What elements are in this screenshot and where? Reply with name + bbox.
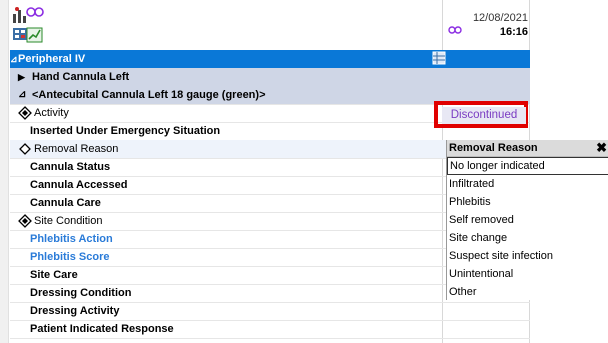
dropdown-option[interactable]: Other [447,283,608,301]
row-label: Site Care [30,269,78,281]
row-label: Patient Indicated Response [30,323,174,335]
group-label: Hand Cannula Left [32,71,130,83]
dropdown-option[interactable]: Unintentional [447,265,608,283]
collapse-icon[interactable]: ⊿ [10,50,18,68]
row-dressing-activity[interactable]: Dressing Activity [10,302,530,321]
row-label: Cannula Accessed [30,179,128,191]
left-strip [0,0,9,343]
row-label: Phlebitis Score [30,251,110,263]
section-header-peripheral-iv[interactable]: ⊿ Peripheral IV [10,50,530,68]
toolbar [12,4,56,48]
glasses-small-icon [448,24,462,38]
glasses-icon[interactable] [26,4,44,22]
diamond-filled-icon [18,106,32,120]
row-label: Cannula Care [30,197,101,209]
activity-value-cell[interactable]: Discontinued [442,107,526,124]
row-label: Site Condition [34,215,103,227]
dropdown-option[interactable]: Site change [447,229,608,247]
dropdown-option[interactable]: Self removed [447,211,608,229]
row-label: Cannula Status [30,161,111,173]
row-label: Dressing Condition [30,287,132,299]
dropdown-header: Removal Reason ✖ [447,140,608,157]
dropdown-option[interactable]: Phlebitis [447,193,608,211]
row-label: Phlebitis Action [30,233,113,245]
group-hand-cannula-left[interactable]: ▶ Hand Cannula Left [10,68,530,87]
dropdown-option[interactable]: Infiltrated [447,175,608,193]
group-label: <Antecubital Cannula Left 18 gauge (gree… [32,89,266,101]
time-label: 16:16 [499,26,528,38]
dropdown-title: Removal Reason [449,142,538,154]
dropdown-option[interactable]: Suspect site infection [447,247,608,265]
date-label: 12/08/2021 [472,12,528,24]
collapse-icon[interactable]: ⊿ [18,86,26,104]
removal-reason-dropdown[interactable]: Removal Reason ✖ No longer indicated Inf… [446,140,608,300]
row-label: Removal Reason [34,143,119,155]
row-patient-indicated-response[interactable]: Patient Indicated Response [10,320,530,339]
graph-icon[interactable] [26,26,44,44]
row-label: Activity [34,107,69,119]
datetime-column-header[interactable]: 12/08/2021 16:16 [444,12,528,38]
diamond-outline-icon [18,142,32,156]
diamond-filled-icon [18,214,32,228]
close-icon[interactable]: ✖ [596,140,607,156]
expand-icon[interactable]: ▶ [18,68,25,86]
dropdown-option[interactable]: No longer indicated [447,157,608,175]
activity-value-highlight: Discontinued [434,101,528,128]
row-label: Inserted Under Emergency Situation [30,125,221,137]
row-label: Dressing Activity [30,305,120,317]
section-title: Peripheral IV [18,53,86,65]
